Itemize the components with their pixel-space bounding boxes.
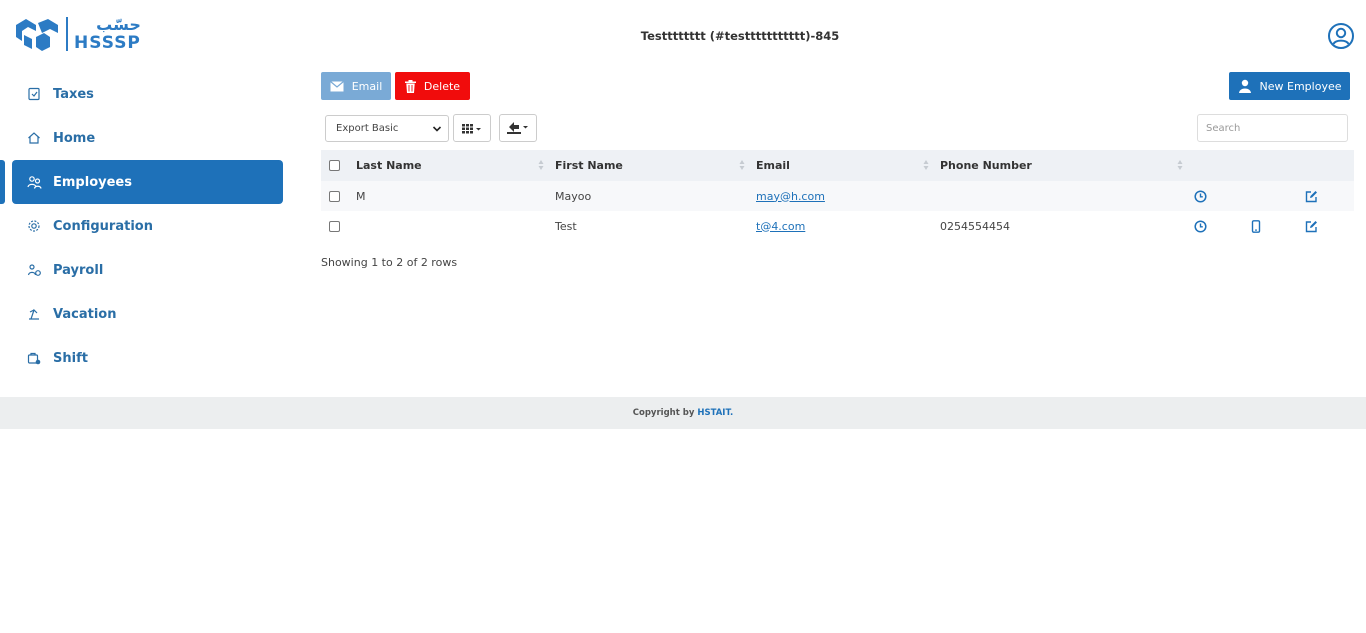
sidebar-item-configuration[interactable]: Configuration [12,204,283,248]
sidebar-item-label: Employees [53,174,132,190]
sidebar-item-vacation[interactable]: Vacation [12,292,283,336]
cell-first-name: Test [555,219,577,233]
logo-mark-icon [16,19,58,51]
sidebar-item-home[interactable]: Home [12,116,283,160]
email-button[interactable]: Email [321,72,391,100]
sort-icon[interactable] [1177,159,1183,171]
active-nav-marker [0,160,5,204]
footer-brand-link[interactable]: HSTAIT. [697,408,733,418]
user-circle-icon [1328,23,1354,49]
logo-arabic: حسّب [96,14,141,34]
column-header-last-name[interactable]: Last Name [356,150,422,181]
payroll-icon [26,262,42,278]
table-header: Last Name First Name Email Phone Number [321,150,1354,181]
sidebar-item-label: Configuration [53,218,153,234]
column-header-phone-number[interactable]: Phone Number [940,150,1032,181]
logo-text: حسّب HSSSP [74,14,141,53]
sort-icon[interactable] [739,159,745,171]
delete-button-label: Delete [423,79,461,93]
sidebar-item-label: Payroll [53,262,104,278]
clock-icon[interactable] [1193,189,1207,203]
sidebar-item-label: Taxes [53,86,94,102]
sidebar-item-employees[interactable]: Employees [12,160,283,204]
column-header-first-name[interactable]: First Name [555,150,623,181]
export-type-select[interactable]: Export Basic [325,115,449,142]
mobile-icon[interactable] [1249,219,1263,233]
sort-icon[interactable] [538,159,544,171]
email-button-label: Email [351,79,383,93]
export-button[interactable] [499,114,537,142]
search-input[interactable] [1197,114,1348,142]
footer: Copyright by HSTAIT. [0,397,1366,429]
cell-phone: 0254554454 [940,219,1010,233]
sidebar-item-payroll[interactable]: Payroll [12,248,283,292]
user-icon [1238,79,1252,93]
sidebar-item-label: Shift [53,350,88,366]
chevron-down-icon [432,124,442,137]
cell-email-link[interactable]: may@h.com [756,181,825,211]
trash-icon [404,79,416,93]
home-icon [26,130,42,146]
edit-icon[interactable] [1304,219,1318,233]
sidebar-item-label: Vacation [53,306,117,322]
clock-icon[interactable] [1193,219,1207,233]
row-checkbox[interactable] [329,190,340,202]
vacation-icon [26,306,42,322]
sidebar-item-shift[interactable]: Shift [12,336,283,380]
logo-name: HSSSP [74,32,141,53]
edit-icon[interactable] [1304,189,1318,203]
grid-icon [462,119,482,138]
brand-logo[interactable]: حسّب HSSSP [12,14,152,54]
cell-last-name: M [356,189,366,203]
cell-first-name: Mayoo [555,189,592,203]
new-employee-button[interactable]: New Employee [1229,72,1350,100]
column-header-email[interactable]: Email [756,150,790,181]
table-row: M Mayoo may@h.com [321,181,1354,211]
cell-email-link[interactable]: t@4.com [756,211,805,241]
sidebar-item-label: Home [53,130,96,146]
export-type-value: Export Basic [336,123,399,134]
gear-icon [26,218,42,234]
sidebar-item-taxes[interactable]: Taxes [12,72,283,116]
page-title: Testttttttt (#testtttttttttt)-845 [640,29,840,43]
delete-button[interactable]: Delete [395,72,470,100]
sort-icon[interactable] [923,159,929,171]
envelope-icon [329,80,344,92]
shift-icon [26,350,42,366]
employees-table: Last Name First Name Email Phone Number … [321,150,1354,241]
copyright-text: Copyright by [632,408,695,418]
new-employee-button-label: New Employee [1259,79,1342,93]
export-icon [507,119,529,138]
user-account-button[interactable] [1327,22,1355,50]
employees-icon [26,174,42,190]
logo-separator [66,17,68,51]
select-all-checkbox[interactable] [329,160,340,171]
taxes-icon [26,86,42,102]
table-row: Test t@4.com 0254554454 [321,211,1354,241]
columns-toggle-button[interactable] [453,114,491,142]
pagination-info: Showing 1 to 2 of 2 rows [321,256,458,269]
row-checkbox[interactable] [329,220,340,232]
